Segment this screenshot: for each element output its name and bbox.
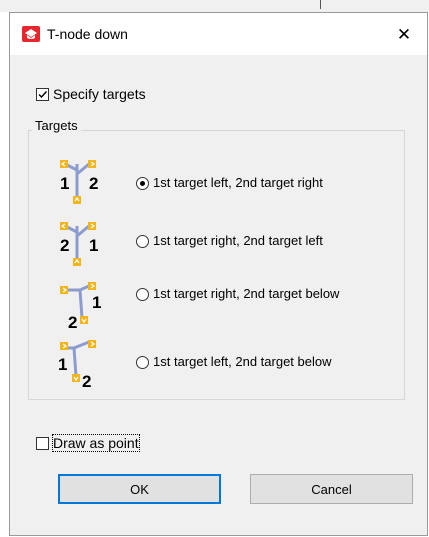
option-right-left[interactable]: 1st target right, 2nd target left — [136, 233, 323, 249]
marker-2: 2 — [60, 236, 69, 255]
marker-1: 1 — [89, 236, 98, 255]
window-title: T-node down — [47, 26, 128, 42]
background-strip — [0, 0, 429, 12]
background-divider — [320, 0, 321, 9]
targets-group-label: Targets — [32, 118, 81, 133]
option-left-right-label: 1st target left, 2nd target right — [153, 175, 323, 190]
option-left-right[interactable]: 1st target left, 2nd target right — [136, 175, 323, 191]
option-right-left-label: 1st target right, 2nd target left — [153, 233, 323, 248]
option-right-below-radio[interactable] — [136, 287, 149, 301]
t-node-left-below-icon: 1 2 — [58, 340, 96, 388]
specify-targets-label: Specify targets — [53, 86, 146, 102]
option-right-below-label: 1st target right, 2nd target below — [153, 286, 340, 301]
title-bar[interactable]: T-node down ✕ — [10, 13, 427, 55]
marker-2: 2 — [68, 313, 77, 330]
marker-2: 2 — [89, 174, 98, 193]
option-left-below-radio[interactable] — [136, 355, 149, 369]
t-node-right-below-icon: 1 2 — [60, 282, 101, 330]
draw-as-point-check-box[interactable] — [36, 436, 49, 450]
option-right-left-radio[interactable] — [136, 234, 149, 248]
specify-targets-check-box[interactable] — [36, 87, 49, 101]
draw-as-point-checkbox[interactable]: Draw as point — [36, 434, 140, 452]
t-node-right-left-icon: 2 1 — [60, 222, 98, 266]
option-left-below[interactable]: 1st target left, 2nd target below — [136, 354, 332, 370]
app-icon — [22, 26, 40, 42]
option-right-below[interactable]: 1st target right, 2nd target below — [136, 286, 353, 302]
ok-button[interactable]: OK — [58, 474, 221, 504]
marker-2: 2 — [82, 372, 91, 388]
specify-targets-checkbox[interactable]: Specify targets — [36, 86, 146, 102]
close-button[interactable]: ✕ — [381, 13, 427, 55]
draw-as-point-label: Draw as point — [52, 434, 140, 452]
marker-1: 1 — [60, 174, 69, 193]
marker-1: 1 — [58, 355, 67, 374]
close-icon: ✕ — [396, 24, 412, 44]
option-left-below-label: 1st target left, 2nd target below — [153, 354, 332, 369]
cancel-button[interactable]: Cancel — [250, 474, 413, 504]
t-node-left-right-icon: 1 2 — [60, 160, 98, 204]
marker-1: 1 — [92, 293, 101, 312]
option-left-right-radio[interactable] — [136, 176, 149, 190]
